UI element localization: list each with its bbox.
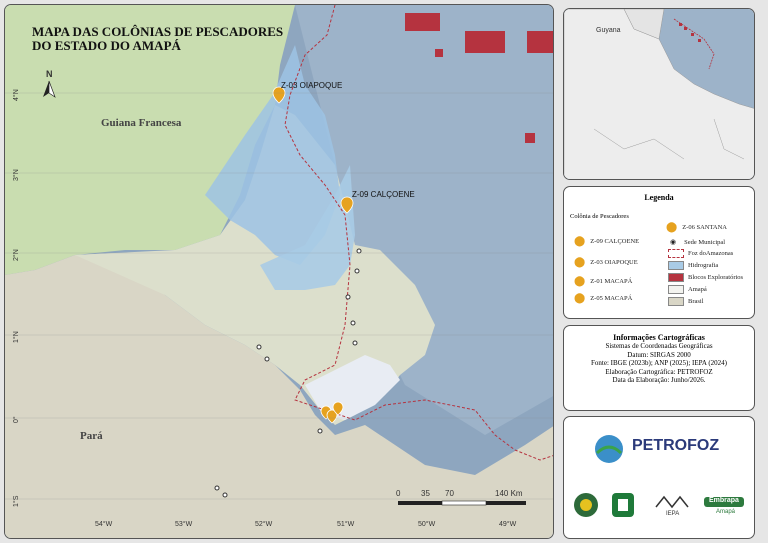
legend-item-amapa: Amapá	[668, 285, 707, 294]
embrapa-sub: Amapá	[716, 509, 736, 515]
lon-tick: 53°W	[175, 521, 193, 528]
petrofoz-name: PETROFOZ	[632, 437, 720, 454]
iepa-name: IEPA	[666, 511, 680, 517]
legend-item-hidrografia: Hidrografia	[668, 261, 718, 270]
lat-tick: 1°S	[13, 495, 20, 507]
map-title-line-1: MAPA DAS COLÔNIAS DE PESCADORES	[32, 24, 284, 39]
main-map: MAPA DAS COLÔNIAS DE PESCADORES DO ESTAD…	[4, 4, 554, 539]
amapa-seal-icon	[574, 493, 598, 517]
petrofoz-logo-icon	[595, 435, 623, 463]
pin-icon: ⬤	[666, 222, 678, 233]
scale-bar	[398, 500, 526, 506]
legend-subtitle: Colônia de Pescadores	[570, 213, 629, 220]
pin-icon: ⬤	[574, 257, 586, 268]
scale-label: 35	[421, 489, 430, 498]
legend-item-sede: ◉ Sede Municipal	[670, 238, 726, 246]
pin-icon: ⬤	[574, 236, 586, 247]
info-line: Elaboração Cartográfica: PETROFOZ	[605, 367, 713, 376]
legend-item-foz: Foz doAmazonas	[668, 249, 733, 258]
lon-tick: 54°W	[95, 521, 113, 528]
region-para: Pará	[80, 430, 103, 442]
embrapa-name: Embrapa	[709, 497, 739, 504]
inset-country-label: Guyana	[596, 27, 621, 34]
legend-item-brasil: Brasil	[668, 297, 704, 306]
pin-icon: ⬤	[574, 293, 586, 304]
region-guiana-francesa: Guiana Francesa	[101, 117, 182, 129]
info-panel: Informações Cartográficas Sistemas de Co…	[563, 325, 755, 411]
legend-title: Legenda	[644, 193, 674, 202]
scale-label: 140 Km	[495, 489, 523, 498]
info-line: Datum: SIRGAS 2000	[627, 350, 691, 359]
sede-icon: ◉	[670, 238, 677, 246]
info-line: Data da Elaboração: Junho/2026.	[612, 376, 706, 384]
lat-tick: 2°N	[13, 249, 20, 261]
north-label: N	[46, 69, 53, 79]
lat-tick: 0°	[13, 416, 20, 423]
map-canvas	[5, 5, 553, 538]
scale-label: 0	[396, 489, 401, 498]
info-line: Fonte: IBGE (2023b); ANP (2025); IEPA (2…	[591, 359, 727, 367]
iepa-logo-icon	[655, 495, 689, 509]
map-title-line-2: DO ESTADO DO AMAPÁ	[32, 38, 181, 53]
logos-panel: PETROFOZ IEPA Embrapa Amapá	[563, 416, 755, 539]
legend-panel: Legenda Colônia de Pescadores ⬤ Z-09 CAL…	[563, 186, 755, 319]
legend-item-calcoene: ⬤ Z-09 CALÇOENE	[574, 236, 640, 247]
inset-map: Guyana	[563, 8, 755, 180]
lon-tick: 52°W	[255, 521, 273, 528]
logos-canvas	[574, 435, 744, 517]
federal-seal-icon	[612, 493, 634, 517]
colony-label-calcoene: Z-09 CALÇOENE	[352, 190, 415, 199]
info-title: Informações Cartográficas	[613, 333, 705, 342]
lat-tick: 1°N	[13, 331, 20, 343]
pin-icon: ⬤	[574, 276, 586, 287]
lon-tick: 51°W	[337, 521, 355, 528]
legend-item-blocos: Blocos Exploratórios	[668, 273, 743, 282]
inset-canvas	[564, 9, 754, 179]
map-title: MAPA DAS COLÔNIAS DE PESCADORES DO ESTAD…	[32, 25, 283, 53]
lon-tick: 49°W	[499, 521, 517, 528]
lat-tick: 4°N	[13, 89, 20, 101]
scale-label: 70	[445, 489, 454, 498]
legend-item-oiapoque: ⬤ Z-03 OIAPOQUE	[574, 257, 638, 268]
legend-item-macapa-1: ⬤ Z-01 MACAPÁ	[574, 276, 633, 287]
colony-label-oiapoque: Z-03 OIAPOQUE	[281, 81, 343, 90]
lat-tick: 3°N	[13, 169, 20, 181]
lon-tick: 50°W	[418, 521, 436, 528]
info-line: Sistemas de Coordenadas Geográficas	[605, 342, 713, 350]
legend-item-macapa-5: ⬤ Z-05 MACAPÁ	[574, 293, 633, 304]
legend-item-santana: ⬤ Z-06 SANTANA	[666, 222, 727, 233]
